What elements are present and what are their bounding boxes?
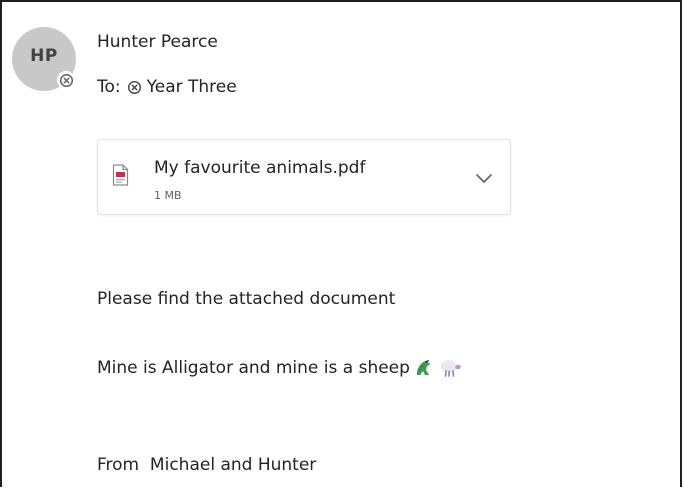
recipient-line: To: Year Three [97,77,237,97]
chevron-down-icon [475,169,493,188]
email-reading-pane: HP Hunter Pearce To: Year Three My favou… [0,0,682,487]
attachment-options-button[interactable] [472,168,496,188]
attachment-file-name[interactable]: My favourite animals.pdf [154,158,365,178]
attachment-file-size: 1 MB [154,189,182,202]
pdf-file-icon [112,164,129,190]
alligator-emoji-icon [414,358,434,378]
recipient-status-icon [127,80,142,95]
message-line: Please find the attached document [97,289,396,309]
to-label: To: [97,77,121,97]
sender-name[interactable]: Hunter Pearce [97,32,218,52]
presence-status-icon [57,71,75,89]
recipient-name[interactable]: Year Three [147,77,237,97]
sheep-emoji-icon [438,358,462,378]
message-line: From Michael and Hunter [97,455,317,475]
message-line-text: Mine is Alligator and mine is a sheep [97,358,410,378]
avatar-initials: HP [30,46,58,66]
message-line: Mine is Alligator and mine is a sheep [97,358,462,378]
attachment-card[interactable]: My favourite animals.pdf 1 MB [97,139,511,215]
